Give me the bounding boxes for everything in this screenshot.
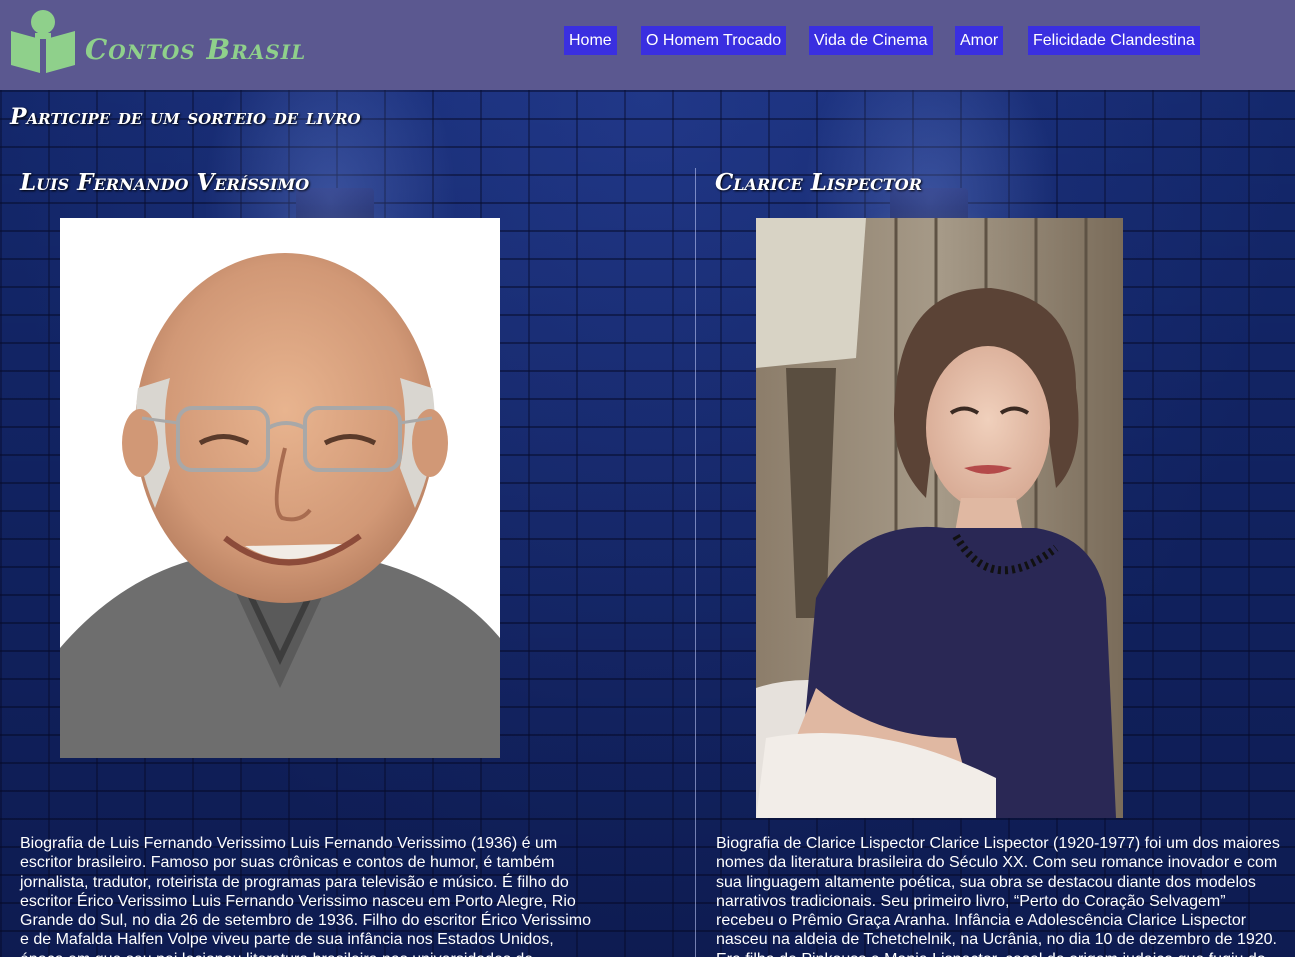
author-name-verissimo: Luis Fernando Veríssimo	[20, 169, 310, 196]
book-giveaway-heading[interactable]: Participe de um sorteio de livro	[10, 104, 361, 130]
brand-name[interactable]: Contos Brasil	[85, 33, 306, 66]
author-name-lispector: Clarice Lispector	[715, 169, 923, 196]
nav-felicidade-clandestina[interactable]: Felicidade Clandestina	[1028, 26, 1200, 55]
verissimo-portrait	[60, 218, 500, 758]
nav-home[interactable]: Home	[564, 26, 617, 55]
nav-vida-de-cinema[interactable]: Vida de Cinema	[809, 26, 933, 55]
nav-amor[interactable]: Amor	[955, 26, 1004, 55]
author-bio-lispector: Biografia de Clarice Lispector Clarice L…	[716, 835, 1280, 957]
author-bio-verissimo: Biografia de Luis Fernando Verissimo Lui…	[20, 835, 591, 957]
site-header: Contos Brasil Home O Homem Trocado Vida …	[0, 0, 1295, 90]
lispector-portrait	[756, 218, 1123, 818]
reader-book-icon[interactable]	[9, 9, 77, 75]
nav-o-homem-trocado[interactable]: O Homem Trocado	[641, 26, 787, 55]
column-divider	[695, 168, 696, 957]
